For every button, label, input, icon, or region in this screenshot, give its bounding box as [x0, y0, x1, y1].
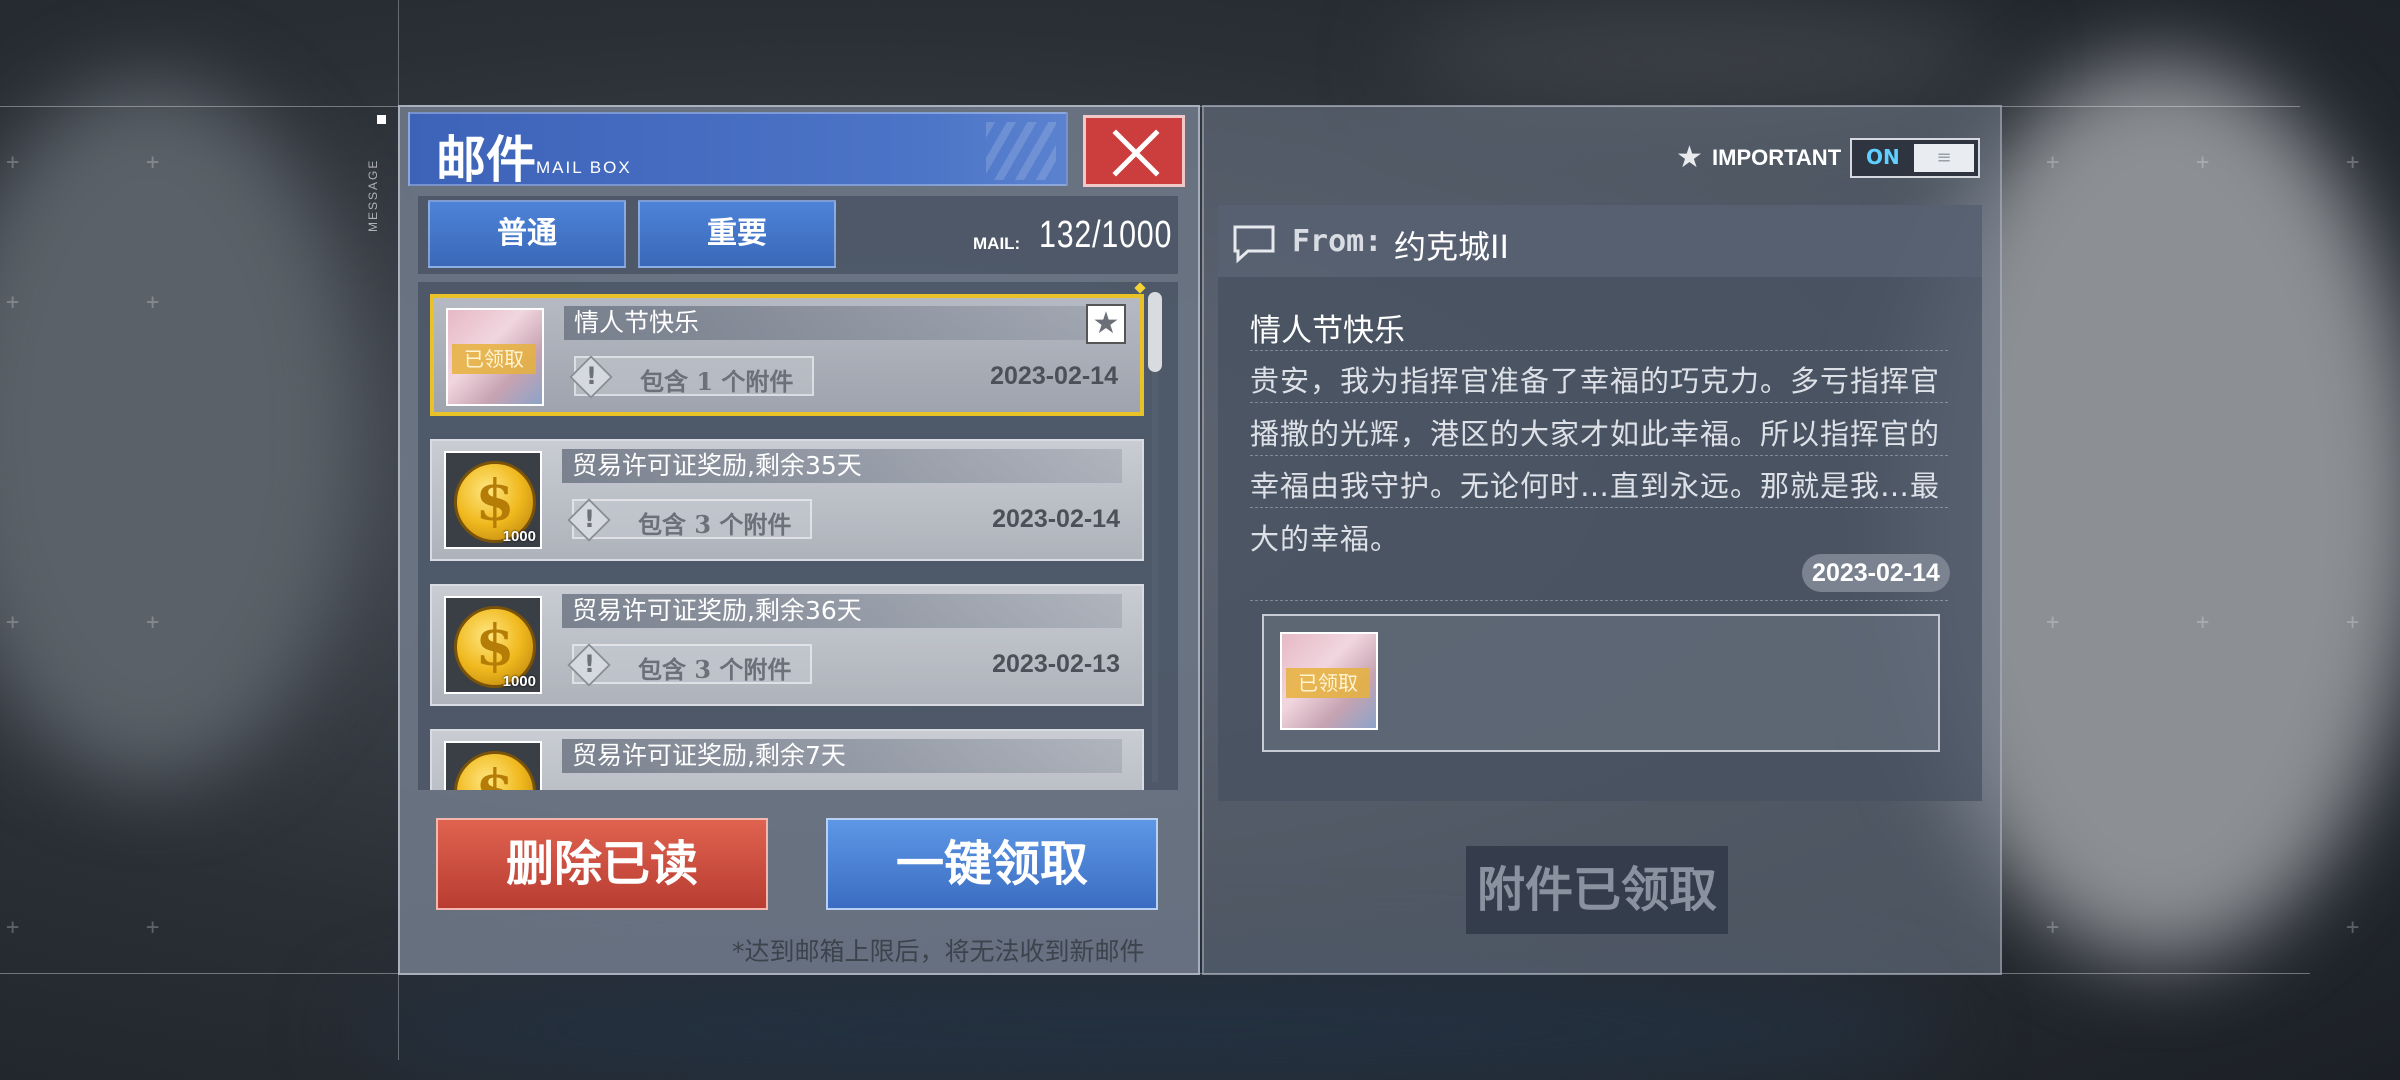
sender-name: 约克城II — [1394, 228, 1509, 266]
chat-bubble-icon — [1232, 224, 1276, 268]
grid-marker: + — [2046, 150, 2060, 175]
mail-count-label: MAIL: — [973, 234, 1021, 253]
detail-date: 2023-02-14 — [1802, 554, 1950, 592]
background-blur — [0, 80, 360, 780]
limit-notice: *达到邮箱上限后，将无法收到新邮件 — [732, 937, 1145, 966]
attachment-info: ! 包含 1 个附件 — [569, 355, 814, 399]
mail-date: 2023-02-14 — [990, 362, 1118, 390]
delete-read-button[interactable]: 删除已读 — [436, 818, 768, 910]
grid-marker: + — [146, 290, 160, 315]
attachment-count: 包含 3 个附件 — [638, 510, 792, 539]
mail-list[interactable]: 已领取 情人节快乐 ★ ! 包含 1 个附件 2023-02-14 1000 贸… — [418, 282, 1178, 790]
grid-marker: + — [6, 915, 20, 940]
title-bar: 邮件 MAIL BOX — [408, 112, 1068, 189]
coin-icon — [454, 751, 536, 790]
claimed-status-button: 附件已领取 — [1466, 846, 1728, 934]
alert-icon: ! — [584, 505, 595, 533]
tab-important[interactable]: 重要 — [638, 200, 836, 268]
item-quantity: 1000 — [502, 528, 536, 545]
grid-marker: + — [2046, 610, 2060, 635]
background-blur — [350, 960, 1950, 1080]
grid-marker: + — [146, 915, 160, 940]
grid-marker: + — [2196, 150, 2210, 175]
star-icon: ★ — [1676, 140, 1703, 175]
mail-subject: 贸易许可证奖励,剩余7天 — [562, 739, 1122, 773]
side-tag: MESSAGE — [366, 158, 380, 232]
mail-subject: 贸易许可证奖励,剩余36天 — [562, 594, 1122, 628]
detail-subject: 情人节快乐 — [1250, 313, 1405, 349]
background-blur — [1400, 0, 2000, 120]
mail-body: 贵安，我为指挥官准备了幸福的巧克力。多亏指挥官播撒的光辉，港区的大家才如此幸福。… — [1250, 364, 1941, 556]
mail-date: 2023-02-14 — [992, 505, 1120, 533]
mail-thumbnail: 已领取 — [446, 308, 544, 406]
grid-marker: + — [2346, 915, 2360, 940]
mail-count: 132/1000 — [1039, 214, 1173, 256]
mail-subject: 贸易许可证奖励,剩余35天 — [562, 449, 1122, 483]
mail-item[interactable]: 贸易许可证奖励,剩余7天 — [430, 729, 1144, 790]
divider — [1250, 350, 1948, 351]
grid-marker: + — [146, 610, 160, 635]
tab-normal[interactable]: 普通 — [428, 200, 626, 268]
grid-marker: + — [6, 290, 20, 315]
attachment-count: 包含 3 个附件 — [638, 655, 792, 684]
grid-marker: + — [2196, 610, 2210, 635]
item-quantity: 1000 — [502, 673, 536, 690]
attachment-count: 包含 1 个附件 — [640, 367, 794, 396]
toggle-knob: ≡ — [1914, 144, 1974, 172]
from-label: From: — [1292, 224, 1383, 259]
mail-thumbnail — [444, 741, 542, 790]
important-toggle[interactable]: ON ≡ — [1850, 138, 1980, 178]
grid-marker: + — [6, 610, 20, 635]
grid-marker: + — [6, 150, 20, 175]
attachment-item[interactable]: 已领取 — [1280, 632, 1378, 730]
page-subtitle: MAIL BOX — [536, 158, 632, 177]
page-title: 邮件 — [436, 130, 536, 189]
star-icon[interactable]: ★ — [1086, 304, 1126, 344]
claim-all-button[interactable]: 一键领取 — [826, 818, 1158, 910]
claimed-tag: 已领取 — [1286, 668, 1370, 698]
attachment-info: ! 包含 3 个附件 — [567, 643, 812, 687]
mail-thumbnail: 1000 — [444, 451, 542, 549]
mail-item[interactable]: 已领取 情人节快乐 ★ ! 包含 1 个附件 2023-02-14 — [430, 294, 1144, 416]
mail-item[interactable]: 1000 贸易许可证奖励,剩余35天 ! 包含 3 个附件 2023-02-14 — [430, 439, 1144, 561]
grid-marker: + — [2046, 915, 2060, 940]
alert-icon: ! — [584, 650, 595, 678]
important-filter-label: IMPORTANT — [1712, 145, 1842, 170]
grid-marker: + — [146, 150, 160, 175]
grid-marker: + — [2346, 610, 2360, 635]
mail-item[interactable]: 1000 贸易许可证奖励,剩余36天 ! 包含 3 个附件 2023-02-13 — [430, 584, 1144, 706]
attachment-info: ! 包含 3 个附件 — [567, 498, 812, 542]
toggle-state: ON — [1866, 145, 1900, 169]
scrollbar[interactable] — [1148, 292, 1162, 372]
claimed-tag: 已领取 — [452, 344, 536, 374]
alert-icon: ! — [586, 362, 597, 390]
grid-marker: + — [2346, 150, 2360, 175]
title-decoration — [986, 122, 1056, 180]
mail-date: 2023-02-13 — [992, 650, 1120, 678]
divider — [1250, 600, 1948, 601]
mail-thumbnail: 1000 — [444, 596, 542, 694]
mail-subject: 情人节快乐 — [564, 306, 1124, 340]
close-button[interactable] — [1083, 115, 1185, 187]
